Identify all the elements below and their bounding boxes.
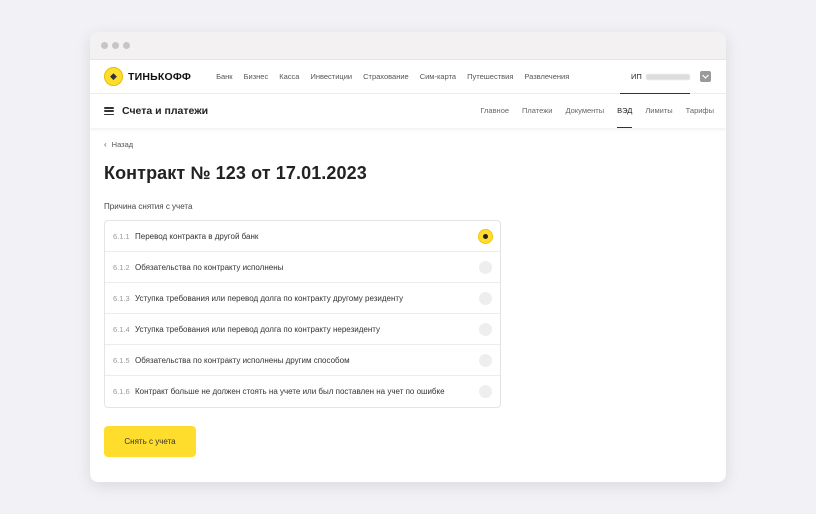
- option-code: 6.1.4: [113, 324, 130, 334]
- reason-option-6-1-4[interactable]: 6.1.4 Уступка требования или перевод дол…: [105, 314, 500, 345]
- radio-button[interactable]: [479, 292, 492, 305]
- reason-option-6-1-1[interactable]: 6.1.1 Перевод контракта в другой банк: [105, 221, 500, 252]
- chevron-left-icon: ‹: [104, 140, 107, 149]
- tab-documents[interactable]: Документы: [565, 94, 604, 128]
- account-switcher[interactable]: ИП: [620, 60, 690, 94]
- top-menu-item-bank[interactable]: Банк: [216, 72, 233, 81]
- option-text: Уступка требования или перевод долга по …: [135, 293, 404, 303]
- back-link[interactable]: ‹ Назад: [104, 140, 144, 149]
- tab-payments[interactable]: Платежи: [522, 94, 552, 128]
- top-menu-item-business[interactable]: Бизнес: [244, 72, 269, 81]
- option-code: 6.1.6: [113, 387, 130, 396]
- shield-emblem-icon: ◆: [104, 67, 123, 86]
- window-dot-close[interactable]: [101, 42, 108, 49]
- page-title: Контракт № 123 от 17.01.2023: [104, 163, 367, 183]
- main-content: ‹ Назад Контракт № 123 от 17.01.2023 При…: [90, 128, 726, 457]
- top-menu-item-sim[interactable]: Сим-карта: [420, 72, 456, 81]
- radio-button[interactable]: [479, 354, 492, 367]
- radio-button[interactable]: [479, 323, 492, 336]
- option-code: 6.1.5: [113, 355, 130, 365]
- option-code: 6.1.3: [113, 293, 130, 303]
- deregister-button[interactable]: Снять с учета: [104, 426, 196, 457]
- window-dot-maximize[interactable]: [123, 42, 130, 49]
- option-text: Контракт больше не должен стоять на учет…: [135, 387, 445, 396]
- top-menu-item-kassa[interactable]: Касса: [279, 72, 299, 81]
- option-text: Перевод контракта в другой банк: [135, 231, 259, 241]
- option-text: Уступка требования или перевод долга по …: [135, 324, 380, 334]
- reason-label: Причина снятия с учета: [104, 202, 193, 211]
- reason-option-6-1-5[interactable]: 6.1.5 Обязательства по контракту исполне…: [105, 345, 500, 376]
- tab-ved[interactable]: ВЭД: [617, 94, 633, 128]
- tab-tariffs[interactable]: Тарифы: [686, 94, 714, 128]
- reason-option-6-1-2[interactable]: 6.1.2 Обязательства по контракту исполне…: [105, 252, 500, 283]
- browser-window: ◆ ТИНЬКОФФ Банк Бизнес Касса Инвестиции …: [90, 32, 726, 482]
- menu-icon[interactable]: [104, 107, 114, 115]
- top-menu-item-investments[interactable]: Инвестиции: [310, 72, 352, 81]
- tab-limits[interactable]: Лимиты: [645, 94, 672, 128]
- option-code: 6.1.1: [113, 231, 130, 241]
- window-titlebar: [90, 32, 726, 60]
- reason-options: 6.1.1 Перевод контракта в другой банк 6.…: [104, 220, 501, 408]
- back-label: Назад: [111, 140, 134, 149]
- top-navigation: ◆ ТИНЬКОФФ Банк Бизнес Касса Инвестиции …: [90, 60, 726, 94]
- radio-button[interactable]: [479, 385, 492, 398]
- top-menu-item-insurance[interactable]: Страхование: [363, 72, 409, 81]
- top-menu-item-entertainment[interactable]: Развлечения: [524, 72, 569, 81]
- option-text: Обязательства по контракту исполнены дру…: [135, 355, 350, 365]
- reason-option-6-1-6[interactable]: 6.1.6 Контракт больше не должен стоять н…: [105, 376, 500, 407]
- brand-logo[interactable]: ◆ ТИНЬКОФФ: [104, 67, 191, 86]
- option-text: Обязательства по контракту исполнены: [135, 262, 284, 272]
- radio-button[interactable]: [479, 261, 492, 274]
- section-tabs: Главное Платежи Документы ВЭД Лимиты Тар…: [467, 94, 714, 128]
- brand-name: ТИНЬКОФФ: [128, 70, 192, 83]
- window-dot-minimize[interactable]: [112, 42, 119, 49]
- account-prefix: ИП: [631, 72, 642, 81]
- section-navigation: Счета и платежи Главное Платежи Документ…: [90, 94, 726, 128]
- top-menu-item-travel[interactable]: Путешествия: [467, 72, 513, 81]
- radio-button-selected[interactable]: [479, 230, 492, 243]
- reason-option-6-1-3[interactable]: 6.1.3 Уступка требования или перевод дол…: [105, 283, 500, 314]
- section-title: Счета и платежи: [122, 105, 209, 117]
- account-name-redacted: [645, 73, 690, 80]
- chevron-down-icon[interactable]: [700, 71, 711, 82]
- top-menu: Банк Бизнес Касса Инвестиции Страхование…: [216, 72, 580, 81]
- option-code: 6.1.2: [113, 262, 130, 272]
- tab-main[interactable]: Главное: [480, 94, 509, 128]
